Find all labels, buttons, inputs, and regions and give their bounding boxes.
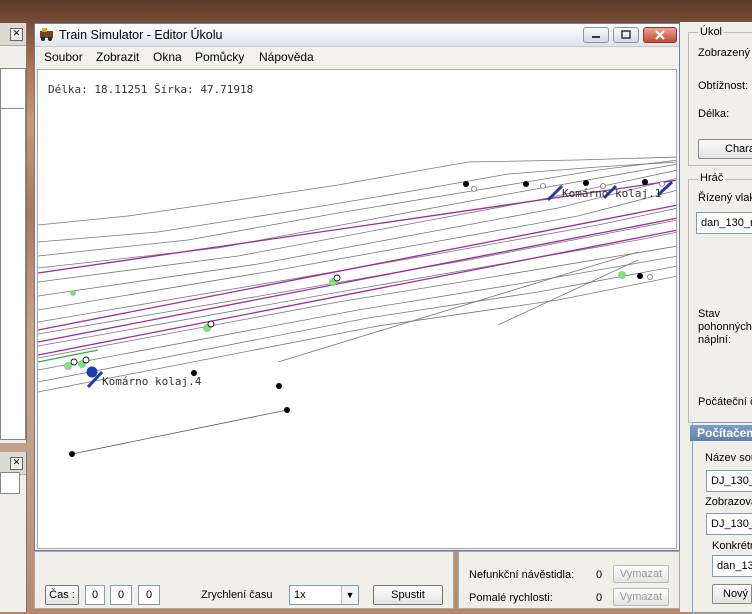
maximize-icon bbox=[621, 30, 631, 39]
file-name-label: Název sou bbox=[705, 452, 752, 464]
display-field[interactable]: DJ_130_ bbox=[706, 513, 752, 535]
signals-count: 0 bbox=[596, 569, 603, 581]
train-app-icon bbox=[40, 28, 53, 41]
length-label: Délka: bbox=[698, 108, 730, 120]
title-bar[interactable]: Train Simulator - Editor Úkolu bbox=[35, 24, 679, 47]
start-button[interactable]: Spustit bbox=[373, 585, 443, 605]
time-hours-input[interactable]: 0 bbox=[85, 585, 105, 605]
initial-label: Počáteční č bbox=[698, 396, 752, 408]
controlled-train-label: Řízený vlak bbox=[698, 192, 752, 204]
menu-napoveda[interactable]: Nápověda bbox=[259, 50, 314, 64]
new-button[interactable]: Nový bbox=[712, 584, 752, 604]
track-nodes bbox=[69, 179, 648, 457]
specific-label: Konkrétn bbox=[712, 540, 752, 552]
close-icon[interactable]: ✕ bbox=[10, 457, 23, 470]
selected-train-marker[interactable] bbox=[86, 366, 98, 378]
track-map[interactable]: Komárno kolaj.4 Komárno kolaj.1 bbox=[38, 70, 677, 549]
task-group-header: Úkol bbox=[698, 26, 725, 38]
left-panel-divider bbox=[0, 90, 24, 109]
chevron-down-icon[interactable]: ▼ bbox=[341, 586, 358, 604]
minimize-button[interactable] bbox=[583, 27, 609, 43]
time-toolbar: Čas : 0 0 0 Zrychlení času 1x ▼ Spustit bbox=[34, 551, 454, 609]
left-panel-caption: ✕ bbox=[0, 23, 26, 46]
editor-window: Train Simulator - Editor Úkolu Soubor Zo… bbox=[34, 23, 680, 551]
slow-speed-label: Pomalé rychlosti: bbox=[469, 592, 553, 604]
speed-select[interactable]: 1x ▼ bbox=[289, 585, 359, 605]
window-title: Train Simulator - Editor Úkolu bbox=[59, 28, 223, 42]
characteristics-button[interactable]: Chara bbox=[698, 139, 752, 159]
left-panel-window: ✕ bbox=[0, 23, 27, 443]
time-minutes-input[interactable]: 0 bbox=[110, 585, 132, 605]
display-label: Zobrazova bbox=[705, 496, 752, 508]
left-lower-field[interactable] bbox=[0, 472, 20, 494]
left-panel-list[interactable] bbox=[0, 68, 26, 440]
fuel-status-label-3: náplní: bbox=[698, 334, 732, 346]
clear-signals-button[interactable]: Vymazat bbox=[613, 565, 669, 583]
controlled-train-field[interactable]: dan_130_r bbox=[696, 212, 752, 234]
fuel-status-label-1: Stav bbox=[698, 308, 721, 320]
menu-zobrazit[interactable]: Zobrazit bbox=[96, 50, 139, 64]
left-lower-window: ✕ bbox=[0, 452, 27, 612]
close-button[interactable] bbox=[643, 27, 677, 43]
clear-slow-button[interactable]: Vymazat bbox=[613, 588, 669, 606]
signals-label: Nefunkční návěstidla: bbox=[469, 569, 575, 581]
displayed-task-label: Zobrazený ú bbox=[698, 47, 752, 59]
menu-pomucky[interactable]: Pomůcky bbox=[195, 50, 244, 64]
menu-bar: Soubor Zobrazit Okna Pomůcky Nápověda bbox=[35, 47, 679, 67]
status-panel: Nefunkční návěstidla: 0 Vymazat Pomalé r… bbox=[458, 551, 680, 609]
station-label-kolaj-4: Komárno kolaj.4 bbox=[102, 375, 202, 388]
speed-value: 1x bbox=[294, 589, 306, 601]
difficulty-label: Obtížnost: bbox=[698, 80, 749, 92]
close-icon[interactable]: ✕ bbox=[10, 28, 23, 41]
black-connectors bbox=[71, 409, 288, 455]
map-canvas[interactable]: Délka: 18.11251 Šírka: 47.71918 Komárno … bbox=[37, 69, 677, 549]
menu-soubor[interactable]: Soubor bbox=[44, 50, 83, 64]
slow-speed-count: 0 bbox=[596, 592, 603, 604]
file-name-field[interactable]: DJ_130_ bbox=[706, 470, 752, 492]
time-seconds-input[interactable]: 0 bbox=[138, 585, 160, 605]
close-icon bbox=[655, 30, 665, 40]
menu-okna[interactable]: Okna bbox=[153, 50, 182, 64]
computer-group-header[interactable]: Počítačem bbox=[690, 425, 752, 441]
station-label-kolaj-1: Komárno kolaj.1 bbox=[562, 187, 661, 200]
clock-icon bbox=[70, 274, 341, 366]
speed-label: Zrychlení času bbox=[201, 589, 273, 601]
player-group-header: Hráč bbox=[698, 172, 726, 184]
time-button[interactable]: Čas : bbox=[45, 585, 79, 605]
fuel-status-label-2: pohonných bbox=[698, 321, 752, 333]
specific-field[interactable]: dan_13 bbox=[712, 555, 752, 577]
minimize-icon bbox=[592, 36, 600, 38]
maximize-button[interactable] bbox=[613, 27, 639, 43]
